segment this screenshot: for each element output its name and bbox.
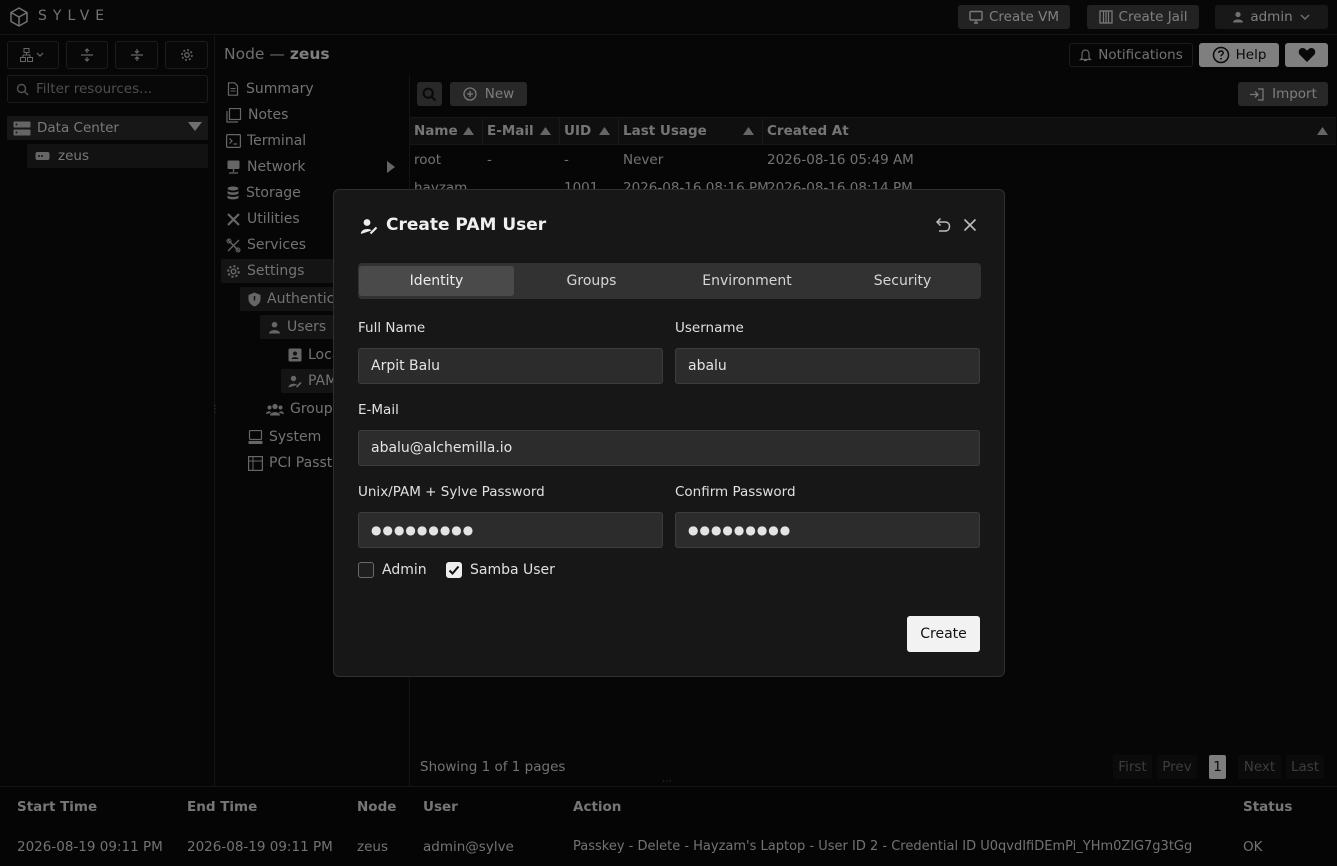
admin-checkbox-label: Admin [382, 562, 427, 578]
full-name-input[interactable]: Arpit Balu [358, 348, 663, 384]
samba-user-checkbox[interactable] [446, 562, 462, 578]
password-input[interactable]: ●●●●●●●●● [358, 512, 663, 548]
create-button[interactable]: Create [907, 616, 980, 652]
close-icon[interactable] [963, 218, 977, 232]
dialog-tabs: Identity Groups Environment Security [358, 263, 981, 299]
password-label: Unix/PAM + Sylve Password [358, 484, 545, 500]
username-label: Username [675, 320, 744, 336]
tab-identity[interactable]: Identity [359, 266, 514, 296]
create-pam-user-dialog: Create PAM User Identity Groups Environm… [333, 189, 1005, 677]
dialog-title: Create PAM User [386, 215, 547, 235]
samba-user-checkbox-label: Samba User [470, 562, 555, 578]
user-pen-icon [360, 218, 378, 235]
tab-groups[interactable]: Groups [514, 266, 669, 296]
check-icon [446, 562, 462, 578]
tab-environment[interactable]: Environment [669, 266, 825, 296]
full-name-label: Full Name [358, 320, 426, 336]
confirm-password-label: Confirm Password [675, 484, 796, 500]
email-input[interactable]: abalu@alchemilla.io [358, 430, 980, 466]
admin-checkbox[interactable] [358, 562, 374, 578]
tab-security[interactable]: Security [825, 266, 980, 296]
email-label: E-Mail [358, 402, 399, 418]
reset-icon[interactable] [934, 217, 951, 233]
confirm-password-input[interactable]: ●●●●●●●●● [675, 512, 980, 548]
username-input[interactable]: abalu [675, 348, 980, 384]
